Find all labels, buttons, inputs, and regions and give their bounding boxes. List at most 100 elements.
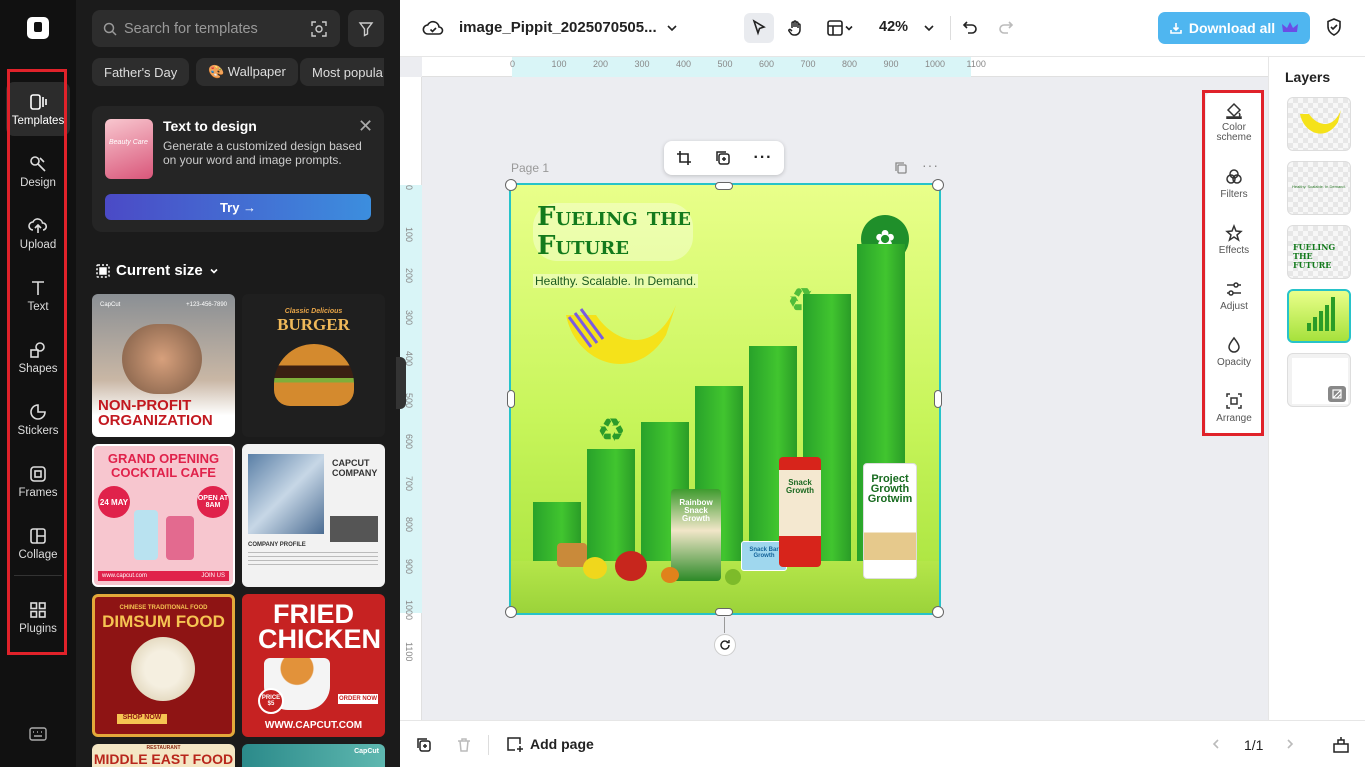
- shapes-icon: [30, 341, 45, 358]
- template-card-dimsum[interactable]: CHINESE TRADITIONAL FOOD DIMSUM FOOD SHO…: [92, 594, 235, 737]
- rail-divider: [14, 575, 62, 576]
- ruler-tick-label: 800: [404, 517, 414, 533]
- rail-label: Templates: [11, 114, 65, 127]
- layer-thumbnail-tagline[interactable]: Healthy. Scalable. In Demand.: [1287, 161, 1351, 215]
- resize-handle-top[interactable]: [715, 182, 733, 190]
- effects-icon: [1225, 224, 1243, 242]
- ruler-tick-label: 1000: [925, 59, 946, 69]
- layout-icon: [827, 20, 843, 36]
- crop-icon[interactable]: [676, 150, 692, 166]
- paint-bucket-icon: [1226, 102, 1242, 119]
- more-options-icon[interactable]: ···: [754, 149, 773, 167]
- trash-icon[interactable]: [456, 737, 472, 753]
- prev-page-icon[interactable]: [1210, 738, 1222, 750]
- zoom-level[interactable]: 42%: [879, 19, 908, 35]
- rail-label: Text: [27, 300, 49, 313]
- template-title: MIDDLE EAST FOOD: [93, 751, 234, 767]
- rail-label: Stickers: [17, 424, 59, 437]
- chevron-down-icon[interactable]: [923, 22, 935, 34]
- layer-thumbnail-headline[interactable]: FUELING THE FUTURE: [1287, 225, 1351, 279]
- opacity-button[interactable]: Opacity: [1206, 325, 1262, 379]
- hand-tool-button[interactable]: [780, 13, 810, 43]
- template-title: DIMSUM FOOD: [102, 612, 225, 631]
- template-card-nonprofit[interactable]: CapCut +123-456-7890 NON-PROFIT ORGANIZA…: [92, 294, 235, 437]
- rail-item-design[interactable]: Design: [6, 144, 70, 198]
- select-tool-button[interactable]: [744, 13, 774, 43]
- top-toolbar: image_Pippit_2025070505... 42% Download …: [400, 0, 1365, 57]
- undo-icon[interactable]: [961, 18, 979, 36]
- resize-handle-left[interactable]: [507, 390, 515, 408]
- chip-fathers-day[interactable]: Father's Day: [92, 58, 190, 86]
- next-page-icon[interactable]: [1284, 738, 1296, 750]
- resize-handle-right[interactable]: [934, 390, 942, 408]
- resize-handle-bl[interactable]: [505, 606, 517, 618]
- layer-thumbnail-image[interactable]: [1287, 289, 1351, 343]
- rail-item-collage[interactable]: Collage: [6, 516, 70, 570]
- download-all-button[interactable]: Download all: [1158, 12, 1310, 44]
- ruler-tick-label: 200: [404, 268, 414, 284]
- filter-button[interactable]: [348, 10, 384, 47]
- template-card-burger[interactable]: Classic Delicious BURGER: [242, 294, 385, 437]
- image-search-icon[interactable]: [311, 21, 327, 37]
- resize-handle-br[interactable]: [932, 606, 944, 618]
- chip-most-popular[interactable]: Most popula: [300, 58, 384, 86]
- rail-item-upload[interactable]: Upload: [6, 206, 70, 260]
- file-name[interactable]: image_Pippit_2025070505...: [459, 19, 657, 36]
- template-title: CAPCUT COMPANY: [332, 458, 378, 478]
- chevron-down-icon[interactable]: [666, 22, 678, 34]
- duplicate-icon[interactable]: [715, 150, 731, 166]
- rail-label: Collage: [18, 548, 58, 561]
- layout-dropdown-button[interactable]: [818, 13, 862, 43]
- rail-label: Shapes: [18, 362, 58, 375]
- filters-button[interactable]: Filters: [1206, 157, 1262, 211]
- layer-thumbnail-swoosh[interactable]: [1287, 97, 1351, 151]
- resize-handle-tl[interactable]: [505, 179, 517, 191]
- effects-button[interactable]: Effects: [1206, 213, 1262, 267]
- shield-icon[interactable]: [1325, 17, 1343, 37]
- frames-icon: [30, 465, 46, 482]
- artboard[interactable]: Fueling the Future Healthy. Scalable. In…: [509, 183, 941, 615]
- color-scheme-button[interactable]: Color scheme: [1206, 95, 1262, 149]
- rotate-handle[interactable]: [714, 634, 736, 656]
- redo-icon[interactable]: [997, 18, 1015, 36]
- rail-item-shapes[interactable]: Shapes: [6, 330, 70, 384]
- current-size-dropdown[interactable]: Current size: [96, 262, 219, 279]
- rail-item-templates[interactable]: Templates: [6, 82, 70, 136]
- panel-collapse-handle[interactable]: [396, 357, 406, 409]
- image-tools-panel: Color scheme Filters Effects Adjust Opac…: [1206, 93, 1262, 433]
- adjust-icon: [1227, 282, 1241, 296]
- expand-panel-icon[interactable]: [1332, 736, 1350, 754]
- app-logo[interactable]: [27, 17, 49, 39]
- adjust-button[interactable]: Adjust: [1206, 269, 1262, 323]
- try-button[interactable]: Try →: [105, 194, 371, 220]
- resize-handle-tr[interactable]: [932, 179, 944, 191]
- keyboard-shortcuts-icon[interactable]: [29, 727, 47, 746]
- template-card-fried-chicken[interactable]: FRIED CHICKEN PRICE $5 ORDER NOW WWW.CAP…: [242, 594, 385, 737]
- add-layer-icon[interactable]: [416, 737, 432, 753]
- add-page-button[interactable]: Add page: [506, 735, 594, 753]
- resize-handle-bottom[interactable]: [715, 608, 733, 616]
- cloud-icon[interactable]: [422, 17, 444, 39]
- growth-bar: [587, 449, 635, 561]
- canvas-area[interactable]: 0 100 200 300 400 500 600 700 800 900 1000 1100 0 10…: [396, 57, 1268, 720]
- arrange-button[interactable]: Arrange: [1206, 381, 1262, 435]
- template-card-company[interactable]: CAPCUT COMPANY COMPANY PROFILE: [242, 444, 385, 587]
- context-toolbar: ···: [664, 141, 784, 175]
- page-more-icon[interactable]: ···: [922, 157, 939, 173]
- search-input[interactable]: Search for templates: [92, 10, 340, 47]
- template-card-middle-east[interactable]: RESTAURANT MIDDLE EAST FOOD: [92, 744, 235, 767]
- close-icon[interactable]: ✕: [358, 116, 373, 137]
- layer-thumbnail-background[interactable]: [1287, 353, 1351, 407]
- template-card-cocktail-cafe[interactable]: GRAND OPENING COCKTAIL CAFE 24 MAY OPEN …: [92, 444, 235, 587]
- download-icon: [1170, 23, 1182, 34]
- collage-icon: [30, 527, 46, 544]
- duplicate-page-icon[interactable]: [894, 161, 908, 175]
- rail-item-stickers[interactable]: Stickers: [6, 392, 70, 446]
- page-indicator: 1/1: [1244, 737, 1264, 753]
- rail-item-plugins[interactable]: Plugins: [6, 590, 70, 644]
- rail-item-text[interactable]: Text: [6, 268, 70, 322]
- chip-wallpaper[interactable]: 🎨 Wallpaper: [196, 58, 298, 86]
- horizontal-ruler: 0 100 200 300 400 500 600 700 800 900 1000 1100: [422, 57, 1268, 77]
- rail-item-frames[interactable]: Frames: [6, 454, 70, 508]
- template-card-ocean[interactable]: CapCut: [242, 744, 385, 767]
